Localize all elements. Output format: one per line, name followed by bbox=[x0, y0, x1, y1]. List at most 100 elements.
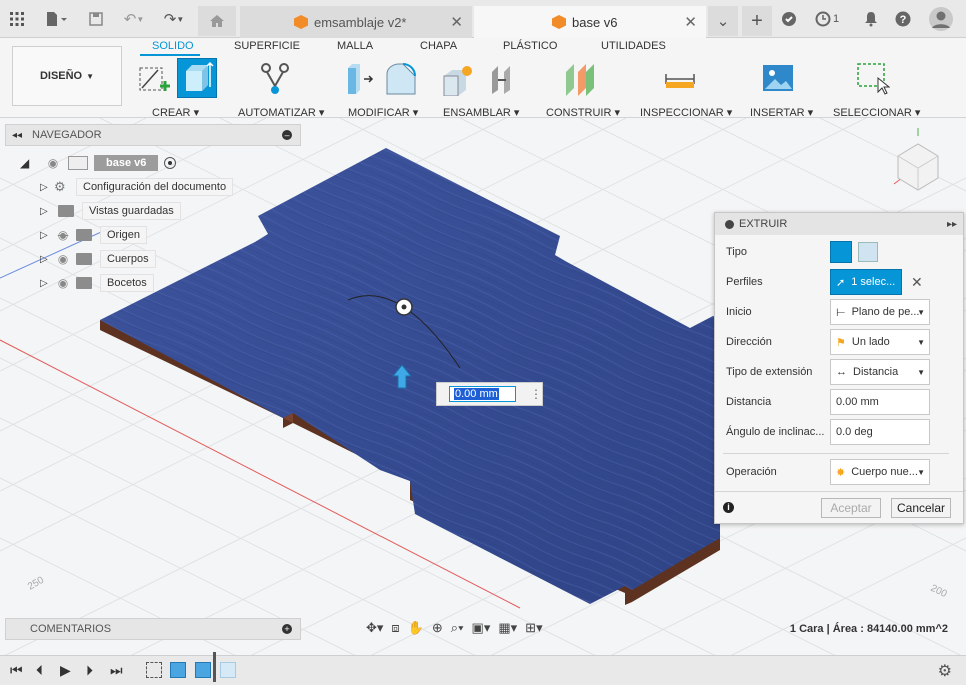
insert-image-icon[interactable] bbox=[762, 62, 794, 97]
browser-item-bodies[interactable]: ▷ ◉ Cuerpos bbox=[40, 249, 156, 269]
timeline-settings-icon[interactable]: ⚙ bbox=[938, 661, 952, 681]
step-forward-icon[interactable]: ⏵ bbox=[86, 662, 93, 679]
help-icon[interactable]: ? bbox=[892, 8, 914, 30]
new-tab-icon[interactable]: + bbox=[742, 6, 772, 36]
browser-item-origin[interactable]: ▷ ◉ Origen bbox=[40, 225, 148, 245]
select-box-icon[interactable] bbox=[856, 62, 891, 99]
zoom-icon[interactable]: ⊕ bbox=[432, 620, 443, 636]
press-pull-icon[interactable] bbox=[344, 62, 376, 99]
tab-emsamblaje[interactable]: emsamblaje v2* ✕ bbox=[240, 6, 472, 38]
step-back-icon[interactable]: ⏴ bbox=[36, 662, 43, 679]
eye-icon[interactable]: ◉ bbox=[54, 276, 72, 290]
pan-icon[interactable]: ✋ bbox=[408, 620, 424, 636]
operation-select[interactable]: ✸ Cuerpo nue... ▼ bbox=[830, 459, 930, 485]
distance-input[interactable]: 0.00 mm bbox=[449, 386, 516, 402]
view-cube[interactable] bbox=[884, 126, 952, 192]
create-sketch-icon[interactable] bbox=[138, 62, 172, 99]
tab-utilidades[interactable]: UTILIDADES bbox=[601, 40, 666, 52]
browser-minimize-icon[interactable]: – bbox=[282, 130, 292, 140]
tab-label: base v6 bbox=[572, 14, 618, 30]
label-distancia: Distancia bbox=[726, 396, 772, 408]
viewports-icon[interactable]: ⊞▾ bbox=[525, 620, 542, 636]
expand-icon[interactable]: ▷ bbox=[40, 230, 54, 241]
joint-icon[interactable] bbox=[488, 62, 518, 99]
fit-icon[interactable]: ⌕▾ bbox=[451, 620, 464, 636]
save-icon[interactable] bbox=[86, 8, 106, 30]
tab-superficie[interactable]: SUPERFICIE bbox=[234, 40, 300, 52]
timeline-extrude-icon[interactable] bbox=[195, 662, 211, 678]
more-options-icon[interactable]: ⋮ bbox=[530, 387, 542, 401]
measure-icon[interactable] bbox=[664, 62, 696, 99]
timeline-extrude-icon[interactable] bbox=[170, 662, 186, 678]
expand-icon[interactable]: ▷ bbox=[40, 182, 54, 193]
new-component-icon[interactable] bbox=[442, 62, 476, 99]
expand-dialog-icon[interactable]: ▸▸ bbox=[947, 219, 957, 230]
browser-item-saved-views[interactable]: ▷ Vistas guardadas bbox=[40, 201, 181, 221]
cancel-button[interactable]: Cancelar bbox=[891, 498, 951, 518]
expand-icon[interactable]: ▷ bbox=[40, 206, 54, 217]
clear-selection-icon[interactable]: ✕ bbox=[911, 274, 923, 291]
undo-icon[interactable]: ↶ ▼ bbox=[118, 8, 150, 30]
type-thin-icon[interactable] bbox=[858, 242, 878, 262]
folder-icon bbox=[76, 277, 92, 289]
play-icon[interactable]: ▶ bbox=[60, 662, 71, 679]
close-tab-icon[interactable]: ✕ bbox=[684, 13, 697, 31]
timeline-sketch-icon[interactable] bbox=[146, 662, 162, 678]
distance-field[interactable]: 0.00 mm bbox=[830, 389, 930, 415]
ok-button[interactable]: Aceptar bbox=[821, 498, 881, 518]
direction-select[interactable]: ⚑ Un lado ▼ bbox=[830, 329, 930, 355]
type-solid-icon[interactable] bbox=[830, 241, 852, 263]
offset-plane-icon[interactable] bbox=[564, 62, 598, 99]
eye-icon[interactable]: ◉ bbox=[44, 156, 62, 170]
expand-icon[interactable]: ▷ bbox=[40, 278, 54, 289]
comments-panel[interactable]: COMENTARIOS + bbox=[5, 618, 301, 640]
taper-angle-field[interactable]: 0.0 deg bbox=[830, 419, 930, 445]
extrude-icon[interactable] bbox=[177, 58, 217, 98]
go-end-icon[interactable]: ⏭ bbox=[110, 662, 123, 679]
redo-icon[interactable]: ↷ ▼ bbox=[158, 8, 190, 30]
component-icon bbox=[552, 15, 566, 29]
manipulator-dot bbox=[401, 304, 407, 310]
display-settings-icon[interactable]: ▣▾ bbox=[472, 620, 491, 636]
tab-malla[interactable]: MALLA bbox=[337, 40, 373, 52]
folder-icon bbox=[58, 205, 74, 217]
collapse-dialog-icon[interactable] bbox=[725, 219, 734, 229]
notifications-icon[interactable] bbox=[860, 8, 882, 30]
tab-list-icon[interactable]: ⌄ bbox=[708, 6, 738, 36]
workspace-switcher[interactable]: DISEÑO ▼ bbox=[12, 46, 122, 106]
fillet-icon[interactable] bbox=[385, 62, 419, 99]
automate-icon[interactable] bbox=[258, 62, 292, 99]
job-status-icon[interactable]: 1 bbox=[812, 8, 842, 30]
extensions-icon[interactable] bbox=[778, 8, 800, 30]
tab-solido[interactable]: SOLIDO bbox=[152, 40, 194, 52]
browser-root[interactable]: ◢ ◉ base v6 bbox=[20, 153, 177, 173]
start-select[interactable]: ⊢ Plano de pe... ▼ bbox=[830, 299, 930, 325]
add-comment-icon[interactable]: + bbox=[282, 624, 292, 634]
tab-plastico[interactable]: PLÁSTICO bbox=[503, 40, 557, 52]
profiles-selector[interactable]: ➚ 1 selec... bbox=[830, 269, 902, 295]
eye-hidden-icon[interactable]: ◉ bbox=[54, 228, 72, 242]
orbit-icon[interactable]: ✥▾ bbox=[366, 620, 383, 636]
file-menu-icon[interactable] bbox=[40, 8, 72, 30]
close-tab-icon[interactable]: ✕ bbox=[450, 13, 463, 31]
browser-item-doc-settings[interactable]: ▷ ⚙ Configuración del documento bbox=[40, 177, 234, 197]
row-tipo: Tipo bbox=[715, 237, 965, 267]
apps-grid-icon[interactable] bbox=[6, 8, 28, 30]
look-at-icon[interactable]: ⧈ bbox=[391, 620, 399, 636]
collapse-browser-icon[interactable]: ◂◂ bbox=[12, 130, 22, 141]
home-icon[interactable] bbox=[198, 6, 236, 36]
info-icon[interactable]: i bbox=[723, 502, 734, 513]
eye-icon[interactable]: ◉ bbox=[54, 252, 72, 266]
timeline-marker[interactable] bbox=[213, 652, 216, 682]
user-avatar[interactable] bbox=[928, 6, 954, 32]
tab-chapa[interactable]: CHAPA bbox=[420, 40, 457, 52]
tab-base-v6[interactable]: base v6 ✕ bbox=[474, 6, 706, 38]
expand-icon[interactable]: ▷ bbox=[40, 254, 54, 265]
go-start-icon[interactable]: ⏮ bbox=[10, 662, 23, 679]
timeline-rolled-icon[interactable] bbox=[220, 662, 236, 678]
grid-settings-icon[interactable]: ▦▾ bbox=[498, 620, 517, 636]
browser-item-sketches[interactable]: ▷ ◉ Bocetos bbox=[40, 273, 154, 293]
extent-select[interactable]: ↔ Distancia ▼ bbox=[830, 359, 930, 385]
activate-icon[interactable] bbox=[164, 157, 177, 169]
collapse-root-icon[interactable]: ◢ bbox=[20, 156, 44, 170]
